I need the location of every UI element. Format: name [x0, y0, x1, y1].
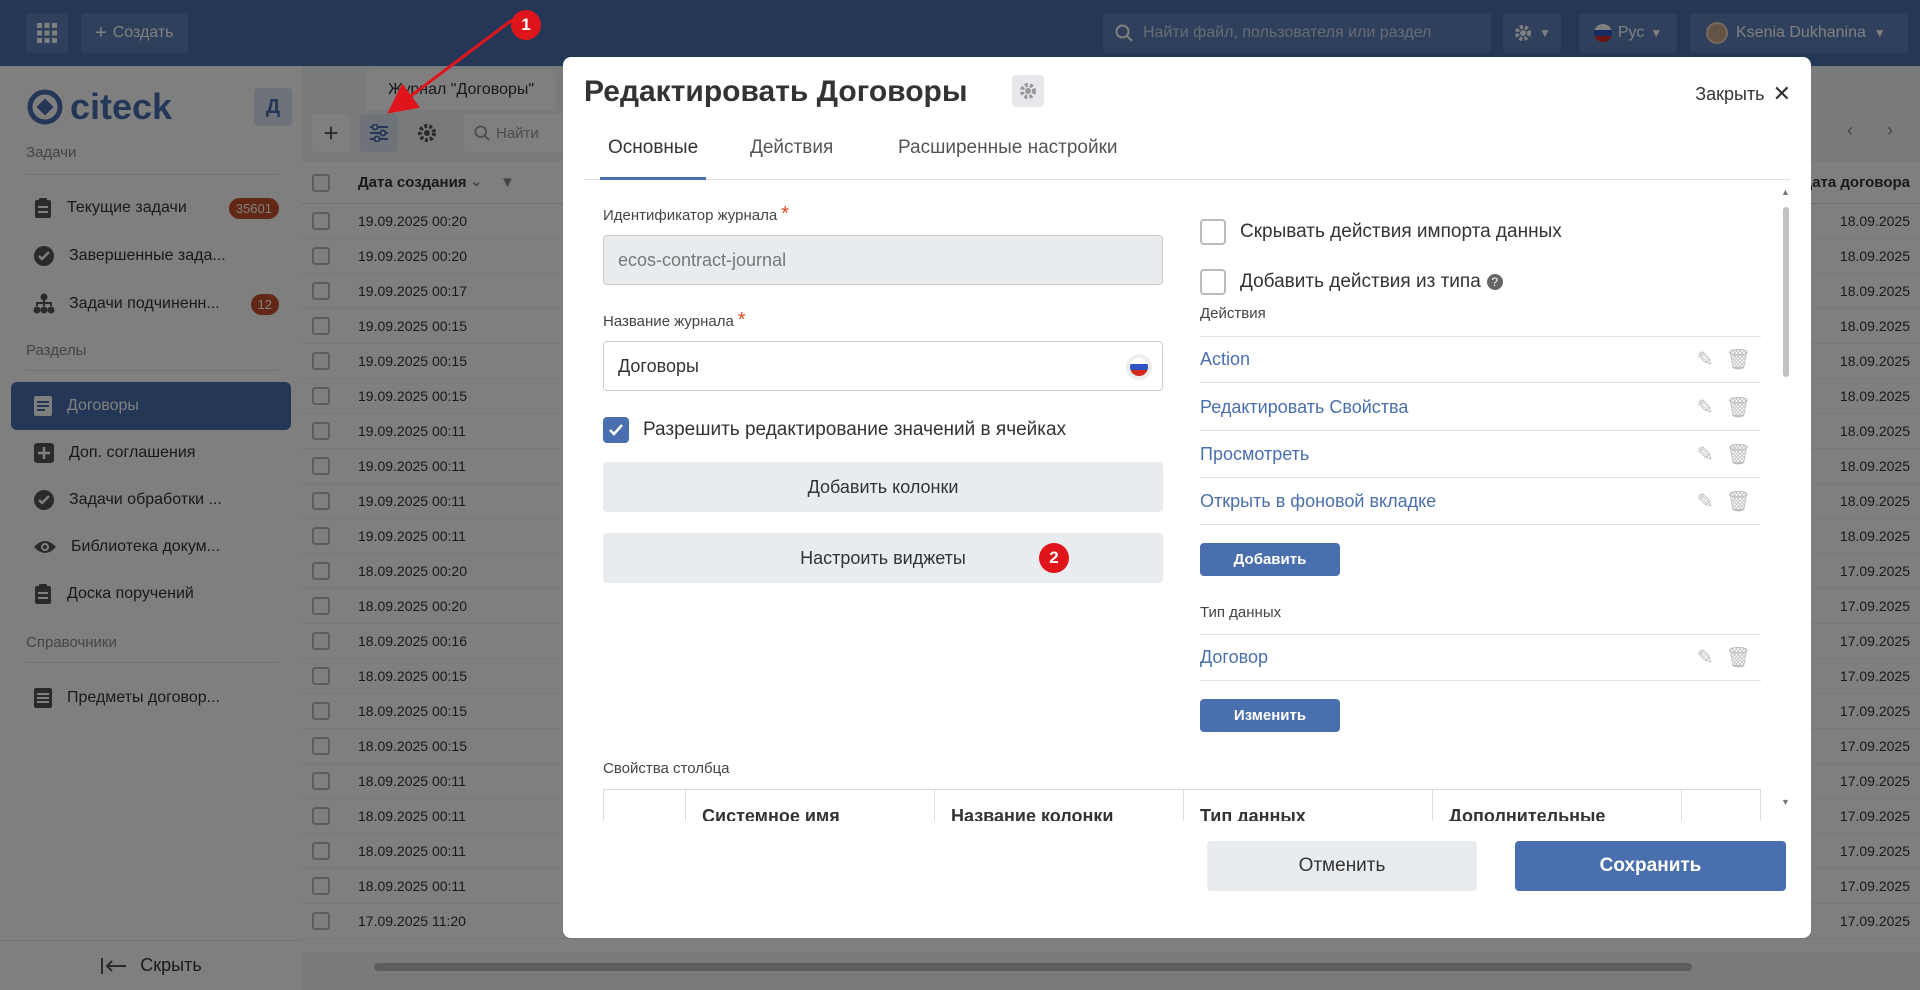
- allow-cell-edit-label: Разрешить редактирование значений в ячей…: [643, 419, 1067, 440]
- allow-cell-edit-checkbox[interactable]: Разрешить редактирование значений в ячей…: [603, 417, 1066, 443]
- datatype-title: Тип данных: [1200, 604, 1282, 621]
- hide-import-checkbox[interactable]: Скрывать действия импорта данных: [1200, 219, 1562, 245]
- journal-id-value: ecos-contract-journal: [618, 249, 787, 270]
- scroll-down-icon[interactable]: ▼: [1781, 797, 1790, 807]
- column-header-system-name: Системное имя: [686, 790, 935, 821]
- close-icon: ✕: [1772, 81, 1791, 106]
- add-columns-button[interactable]: Добавить колонки: [603, 462, 1163, 512]
- russia-flag-icon: [1130, 358, 1148, 376]
- actions-title: Действия: [1200, 305, 1266, 322]
- edit-icon[interactable]: ✎: [1697, 395, 1714, 420]
- column-header-empty: [604, 790, 686, 821]
- column-props-title: Свойства столбца: [603, 760, 730, 777]
- journal-name-field[interactable]: Договоры: [603, 341, 1163, 391]
- modal-settings-button[interactable]: [1012, 75, 1044, 107]
- tab-advanced-settings[interactable]: Расширенные настройки: [890, 135, 1126, 180]
- edit-icon[interactable]: ✎: [1697, 442, 1714, 467]
- hide-import-label: Скрывать действия импорта данных: [1240, 221, 1562, 242]
- add-action-button[interactable]: Добавить: [1200, 543, 1340, 576]
- change-datatype-button[interactable]: Изменить: [1200, 699, 1340, 732]
- datatype-label[interactable]: Договор: [1200, 647, 1268, 668]
- modal-title: Редактировать Договоры: [584, 75, 968, 108]
- journal-name-value: Договоры: [618, 355, 699, 376]
- column-header-data-type: Тип данных: [1184, 790, 1433, 821]
- action-label[interactable]: Просмотреть: [1200, 444, 1309, 465]
- configure-widgets-button[interactable]: Настроить виджеты: [603, 533, 1163, 583]
- checkbox-icon: [1200, 219, 1226, 245]
- trash-icon[interactable]: 🗑: [1726, 442, 1751, 467]
- action-row[interactable]: Action ✎ 🗑: [1200, 336, 1761, 383]
- cancel-button[interactable]: Отменить: [1207, 841, 1477, 891]
- gear-icon: [1020, 83, 1036, 99]
- trash-icon[interactable]: 🗑: [1726, 347, 1751, 372]
- save-button[interactable]: Сохранить: [1515, 841, 1786, 891]
- action-label[interactable]: Редактировать Свойства: [1200, 397, 1408, 418]
- trash-icon[interactable]: 🗑: [1726, 645, 1751, 670]
- edit-icon[interactable]: ✎: [1697, 489, 1714, 514]
- help-icon[interactable]: ?: [1486, 274, 1503, 290]
- modal-tabs: Основные Действия Расширенные настройки: [584, 135, 1790, 180]
- add-type-actions-label: Добавить действия из типа: [1240, 271, 1481, 292]
- datatype-row[interactable]: Договор ✎ 🗑: [1200, 634, 1761, 681]
- trash-icon[interactable]: 🗑: [1726, 489, 1751, 514]
- modal-scrollbar[interactable]: ▲ ▼: [1781, 187, 1791, 807]
- journal-name-label: Название журнала *: [603, 309, 746, 331]
- journal-id-label: Идентификатор журнала *: [603, 203, 789, 225]
- action-row[interactable]: Просмотреть ✎ 🗑: [1200, 431, 1761, 478]
- tab-main[interactable]: Основные: [600, 135, 707, 180]
- column-props-table-header: Системное имя Название колонки Тип данны…: [603, 789, 1761, 821]
- column-header-actions: [1682, 790, 1760, 821]
- action-row[interactable]: Открыть в фоновой вкладке ✎ 🗑: [1200, 478, 1761, 525]
- checkbox-checked-icon: [603, 417, 629, 443]
- close-label: Закрыть: [1695, 83, 1765, 104]
- annotation-badge-1: 1: [511, 10, 541, 40]
- modal-body: Идентификатор журнала * ecos-contract-jou…: [563, 181, 1811, 821]
- add-type-actions-checkbox[interactable]: Добавить действия из типа ?: [1200, 269, 1503, 295]
- edit-icon[interactable]: ✎: [1697, 645, 1714, 670]
- edit-journal-modal: Редактировать Договоры Закрыть ✕ Основны…: [563, 57, 1811, 938]
- annotation-badge-2: 2: [1039, 543, 1069, 573]
- action-label[interactable]: Открыть в фоновой вкладке: [1200, 491, 1436, 512]
- checkbox-icon: [1200, 269, 1226, 295]
- column-header-column-name: Название колонки: [935, 790, 1184, 821]
- modal-footer: Отменить Сохранить: [563, 821, 1811, 938]
- action-row[interactable]: Редактировать Свойства ✎ 🗑: [1200, 384, 1761, 431]
- column-header-additional: Дополнительные: [1433, 790, 1682, 821]
- language-flag-button[interactable]: [1126, 354, 1152, 380]
- tab-actions[interactable]: Действия: [742, 135, 841, 180]
- close-modal-button[interactable]: Закрыть ✕: [1695, 81, 1791, 107]
- action-label[interactable]: Action: [1200, 349, 1250, 370]
- scrollbar-thumb[interactable]: [1783, 207, 1789, 377]
- journal-id-field: ecos-contract-journal: [603, 235, 1163, 285]
- trash-icon[interactable]: 🗑: [1726, 395, 1751, 420]
- edit-icon[interactable]: ✎: [1697, 347, 1714, 372]
- scroll-up-icon[interactable]: ▲: [1781, 187, 1790, 197]
